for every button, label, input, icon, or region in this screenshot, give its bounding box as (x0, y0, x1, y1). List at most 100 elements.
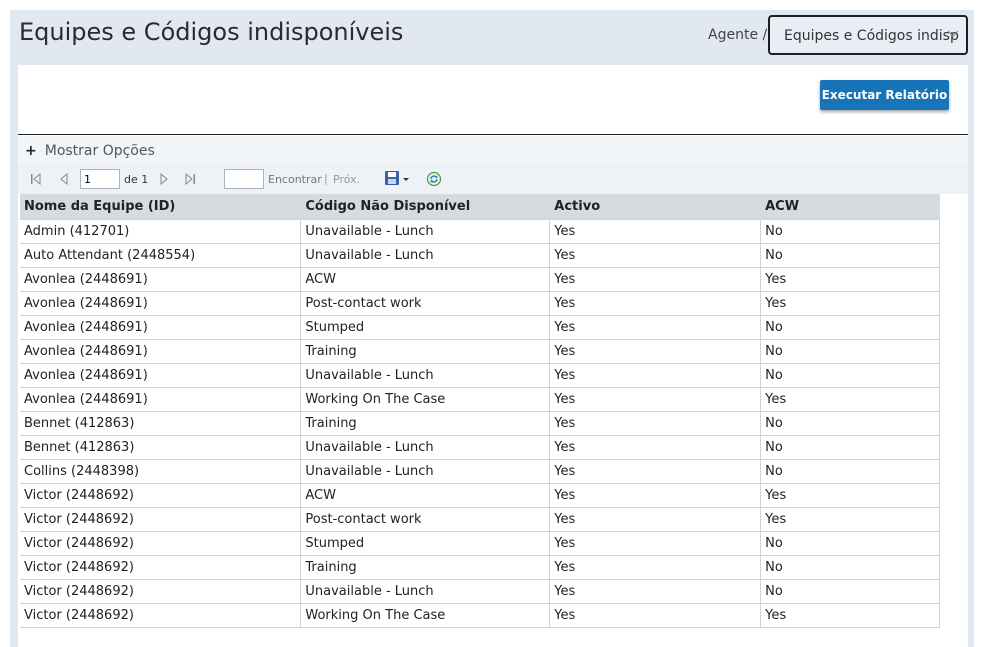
find-text-input[interactable] (224, 169, 264, 189)
team-cell: Avonlea (2448691) (20, 290, 302, 316)
team-cell: Victor (2448692) (20, 506, 302, 532)
active-cell: Yes (549, 338, 762, 364)
unavailable-code-cell: Stumped (300, 314, 551, 340)
report-select[interactable]: Equipes e Códigos indisp (768, 15, 968, 55)
table-row: Avonlea (2448691) Unavailable - Lunch Yes N… (20, 362, 940, 388)
report-toolbar: de 1 Encontrar | Próx. (18, 165, 968, 194)
team-cell: Admin (412701) (20, 218, 302, 244)
team-cell: Auto Attendant (2448554) (20, 242, 302, 268)
table-row: Avonlea (2448691) Training Yes No (20, 338, 940, 364)
team-cell: Victor (2448692) (20, 530, 302, 556)
prev-page-icon[interactable] (58, 173, 70, 185)
table-row: Victor (2448692) ACW Yes Yes (20, 482, 940, 508)
unavailable-code-cell: Post-contact work (300, 290, 551, 316)
unavailable-code-cell: Training (300, 338, 551, 364)
active-cell: Yes (549, 458, 762, 484)
team-cell: Victor (2448692) (20, 602, 302, 628)
first-page-icon[interactable] (30, 173, 42, 185)
table-row: Admin (412701) Unavailable - Lunch Yes No (20, 218, 940, 244)
column-header-acw: ACW (760, 194, 940, 219)
table-row: Bennet (412863) Training Yes No (20, 410, 940, 436)
table-row: Victor (2448692) Unavailable - Lunch Yes No (20, 578, 940, 604)
column-header-unavailable-code: Código Não Disponível (300, 194, 551, 219)
options-bar: + Mostrar Opções (18, 136, 968, 165)
table-row: Avonlea (2448691) Stumped Yes No (20, 314, 940, 340)
unavailable-code-cell: Stumped (300, 530, 551, 556)
show-options-toggle[interactable]: + Mostrar Opções (25, 143, 155, 159)
acw-cell: Yes (760, 290, 940, 316)
acw-cell: No (760, 578, 940, 604)
show-options-label: Mostrar Opções (44, 143, 155, 159)
active-cell: Yes (549, 434, 762, 460)
page-number-input[interactable] (80, 169, 120, 189)
acw-cell: Yes (760, 386, 940, 412)
acw-cell: No (760, 434, 940, 460)
acw-cell: No (760, 554, 940, 580)
find-next-link[interactable]: Próx. (333, 173, 360, 186)
table-row: Collins (2448398) Unavailable - Lunch Yes N… (20, 458, 940, 484)
save-export-icon[interactable] (384, 170, 412, 188)
team-cell: Avonlea (2448691) (20, 386, 302, 412)
team-cell: Victor (2448692) (20, 578, 302, 604)
table-row: Auto Attendant (2448554) Unavailable - Lu… (20, 242, 940, 268)
last-page-icon[interactable] (184, 173, 196, 185)
unavailable-code-cell: Training (300, 554, 551, 580)
unavailable-code-cell: Unavailable - Lunch (300, 242, 551, 268)
run-report-button[interactable]: Executar Relatório (820, 80, 949, 110)
active-cell: Yes (549, 410, 762, 436)
report-table: Nome da Equipe (ID) Código Não Disponíve… (20, 194, 940, 628)
active-cell: Yes (549, 602, 762, 628)
active-cell: Yes (549, 530, 762, 556)
table-row: Bennet (412863) Unavailable - Lunch Yes No (20, 434, 940, 460)
acw-cell: No (760, 410, 940, 436)
team-cell: Avonlea (2448691) (20, 362, 302, 388)
toolbar-separator: | (324, 172, 328, 185)
table-header-row: Nome da Equipe (ID) Código Não Disponíve… (20, 194, 940, 219)
table-body: Admin (412701) Unavailable - Lunch Yes No Au… (20, 218, 940, 628)
team-cell: Avonlea (2448691) (20, 338, 302, 364)
find-link[interactable]: Encontrar (268, 173, 322, 186)
column-header-active: Activo (549, 194, 762, 219)
active-cell: Yes (549, 218, 762, 244)
active-cell: Yes (549, 554, 762, 580)
breadcrumb[interactable]: Agente / (708, 27, 767, 43)
team-cell: Victor (2448692) (20, 554, 302, 580)
page-count-label: de 1 (124, 173, 149, 186)
report-table-area: Nome da Equipe (ID) Código Não Disponíve… (18, 194, 968, 647)
acw-cell: No (760, 458, 940, 484)
next-page-icon[interactable] (158, 173, 170, 185)
team-cell: Avonlea (2448691) (20, 266, 302, 292)
acw-cell: Yes (760, 506, 940, 532)
acw-cell: No (760, 530, 940, 556)
report-frame: Equipes e Códigos indisponíveis Agente /… (10, 10, 974, 647)
table-row: Avonlea (2448691) Working On The Case Yes Y… (20, 386, 940, 412)
table-row: Victor (2448692) Post-contact work Yes Yes (20, 506, 940, 532)
active-cell: Yes (549, 242, 762, 268)
active-cell: Yes (549, 482, 762, 508)
column-header-team: Nome da Equipe (ID) (20, 194, 302, 219)
active-cell: Yes (549, 386, 762, 412)
team-cell: Avonlea (2448691) (20, 314, 302, 340)
acw-cell: Yes (760, 266, 940, 292)
table-row: Victor (2448692) Working On The Case Yes Ye… (20, 602, 940, 628)
page-title: Equipes e Códigos indisponíveis (19, 18, 404, 46)
report-panel: Executar Relatório + Mostrar Opções de 1 (18, 65, 968, 647)
active-cell: Yes (549, 578, 762, 604)
team-cell: Victor (2448692) (20, 482, 302, 508)
table-row: Victor (2448692) Stumped Yes No (20, 530, 940, 556)
active-cell: Yes (549, 266, 762, 292)
acw-cell: No (760, 362, 940, 388)
plus-icon: + (25, 143, 37, 159)
unavailable-code-cell: ACW (300, 266, 551, 292)
unavailable-code-cell: ACW (300, 482, 551, 508)
active-cell: Yes (549, 506, 762, 532)
team-cell: Collins (2448398) (20, 458, 302, 484)
active-cell: Yes (549, 290, 762, 316)
team-cell: Bennet (412863) (20, 410, 302, 436)
active-cell: Yes (549, 362, 762, 388)
unavailable-code-cell: Unavailable - Lunch (300, 434, 551, 460)
page-header: Equipes e Códigos indisponíveis Agente /… (10, 10, 974, 65)
chevron-down-icon (947, 30, 959, 37)
refresh-icon[interactable] (426, 171, 442, 187)
unavailable-code-cell: Unavailable - Lunch (300, 218, 551, 244)
